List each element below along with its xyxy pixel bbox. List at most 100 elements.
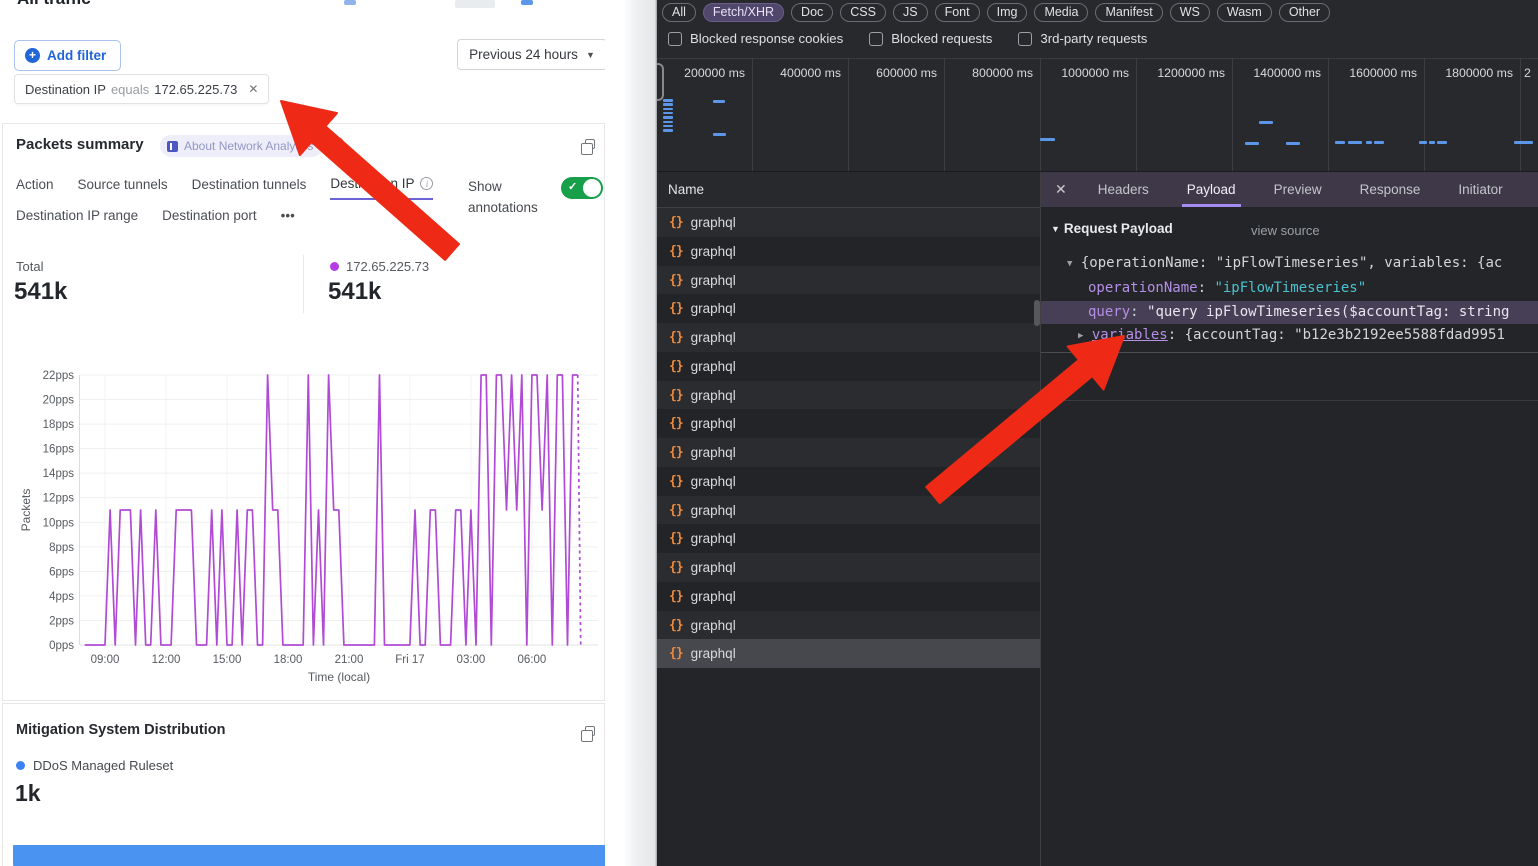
request-row[interactable]: {}graphql [657, 467, 1040, 496]
request-bar[interactable] [1366, 141, 1372, 144]
request-bar[interactable] [1374, 141, 1384, 144]
request-bar[interactable] [1348, 141, 1362, 144]
tab-destination-ip[interactable]: Destination IPi [330, 176, 433, 200]
request-bar[interactable] [1286, 142, 1300, 145]
payload-tree-line[interactable]: query: "query ipFlowTimeseries($accountT… [1041, 301, 1538, 324]
filter-pill-media[interactable]: Media [1034, 3, 1088, 22]
expand-card-icon[interactable] [585, 139, 595, 149]
checkbox-blocked-requests[interactable]: Blocked requests [869, 31, 992, 46]
request-bar[interactable] [1429, 141, 1435, 144]
request-bar[interactable] [663, 99, 673, 102]
filter-pill-ws[interactable]: WS [1170, 3, 1210, 22]
time-range-dropdown[interactable]: Previous 24 hours ▼ [457, 39, 607, 70]
request-row[interactable]: {}graphql [657, 611, 1040, 640]
payload-key[interactable]: variables [1092, 327, 1168, 343]
request-bar[interactable] [663, 116, 673, 119]
request-row[interactable]: {}graphql [657, 237, 1040, 266]
request-bar[interactable] [1245, 142, 1259, 145]
filter-pill-wasm[interactable]: Wasm [1217, 3, 1272, 22]
request-bar[interactable] [663, 112, 673, 115]
request-bar[interactable] [713, 133, 726, 136]
request-row[interactable]: {}graphql [657, 582, 1040, 611]
request-bar[interactable] [1259, 121, 1273, 124]
request-row[interactable]: {}graphql [657, 352, 1040, 381]
request-name: graphql [691, 416, 736, 431]
request-payload-section[interactable]: ▼ Request Payload [1051, 221, 1173, 236]
details-tab-initiator[interactable]: Initiator [1458, 172, 1502, 207]
add-filter-button[interactable]: + Add filter [14, 40, 121, 71]
checkbox-blocked-response-cookies[interactable]: Blocked response cookies [668, 31, 843, 46]
view-source-link[interactable]: view source [1251, 223, 1320, 238]
tab-destination-port[interactable]: Destination port [162, 208, 257, 230]
triangle-right-icon[interactable]: ▶ [1078, 325, 1083, 347]
request-row[interactable]: {}graphql [657, 323, 1040, 352]
details-tab-payload[interactable]: Payload [1187, 172, 1236, 207]
request-row[interactable]: {}graphql [657, 294, 1040, 323]
payload-key[interactable]: operationName [1088, 280, 1198, 296]
filter-pill-font[interactable]: Font [935, 3, 980, 22]
request-name: graphql [691, 560, 736, 575]
filter-pill-doc[interactable]: Doc [791, 3, 833, 22]
request-bar[interactable] [663, 125, 673, 128]
checkbox-box-icon[interactable] [869, 32, 883, 46]
request-bar[interactable] [1419, 141, 1427, 144]
remove-filter-icon[interactable]: ✕ [248, 82, 258, 96]
tab-destination-ip-range[interactable]: Destination IP range [16, 208, 138, 230]
details-tab-response[interactable]: Response [1360, 172, 1421, 207]
details-tab-headers[interactable]: Headers [1098, 172, 1149, 207]
filter-pill-img[interactable]: Img [987, 3, 1028, 22]
payload-tree-line[interactable]: ▶ variables: {accountTag: "b12e3b2192ee5… [1041, 324, 1538, 347]
request-row[interactable]: {}graphql [657, 208, 1040, 237]
request-row[interactable]: {}graphql [657, 266, 1040, 295]
request-row[interactable]: {}graphql [657, 524, 1040, 553]
request-bar[interactable] [1514, 141, 1533, 144]
history-clock-icon[interactable] [331, 137, 344, 150]
checkbox-box-icon[interactable] [668, 32, 682, 46]
filter-pill-fetch-xhr[interactable]: Fetch/XHR [703, 3, 784, 22]
filter-pill-all[interactable]: All [662, 3, 696, 22]
about-network-analytics-badge[interactable]: About Network Analytics [160, 135, 323, 157]
triangle-down-icon[interactable]: ▼ [1067, 253, 1072, 275]
request-row[interactable]: {}graphql [657, 553, 1040, 582]
payload-tree-line[interactable]: ▼ {operationName: "ipFlowTimeseries", va… [1041, 252, 1538, 275]
payload-key[interactable]: query [1088, 304, 1130, 320]
triangle-down-icon: ▼ [1051, 224, 1060, 234]
network-overview-timeline[interactable]: 200000 ms400000 ms600000 ms800000 ms1000… [657, 58, 1538, 172]
request-row[interactable]: {}graphql [657, 409, 1040, 438]
details-tab-preview[interactable]: Preview [1274, 172, 1322, 207]
request-bar[interactable] [1437, 141, 1447, 144]
tab-label: Destination IP range [16, 208, 138, 223]
tab-action[interactable]: Action [16, 176, 54, 200]
show-annotations-toggle[interactable]: ✓ [561, 177, 603, 199]
expand-card-icon[interactable] [585, 726, 595, 736]
info-icon[interactable]: i [420, 177, 433, 190]
request-row[interactable]: {}graphql [657, 639, 1040, 668]
request-bar[interactable] [663, 129, 673, 132]
request-bar[interactable] [1040, 138, 1055, 141]
payload-tree-line[interactable]: operationName: "ipFlowTimeseries" [1041, 277, 1538, 300]
request-bar[interactable] [663, 103, 673, 106]
json-braces-icon: {} [669, 589, 683, 604]
filter-pill-css[interactable]: CSS [840, 3, 886, 22]
name-column-header[interactable]: Name [657, 172, 1040, 208]
request-bar[interactable] [663, 121, 673, 124]
close-icon[interactable]: ✕ [1041, 181, 1079, 198]
y-tick-label: 2pps [49, 615, 74, 627]
filter-value: 172.65.225.73 [154, 82, 237, 97]
request-filter-checkboxes: Blocked response cookies Blocked requests… [668, 31, 1147, 46]
checkbox-box-icon[interactable] [1018, 32, 1032, 46]
request-row[interactable]: {}graphql [657, 496, 1040, 525]
tab-destination-tunnels[interactable]: Destination tunnels [192, 176, 307, 200]
filter-pill-other[interactable]: Other [1279, 3, 1330, 22]
tab-source-tunnels[interactable]: Source tunnels [78, 176, 168, 200]
request-bar[interactable] [713, 100, 725, 103]
tab-[interactable]: ••• [281, 208, 295, 230]
request-row[interactable]: {}graphql [657, 438, 1040, 467]
request-bar[interactable] [663, 108, 673, 111]
filter-chip[interactable]: Destination IP equals 172.65.225.73 ✕ [14, 74, 269, 104]
filter-pill-manifest[interactable]: Manifest [1095, 3, 1162, 22]
request-row[interactable]: {}graphql [657, 381, 1040, 410]
request-bar[interactable] [1335, 141, 1345, 144]
checkbox-3rd-party-requests[interactable]: 3rd-party requests [1018, 31, 1147, 46]
filter-pill-js[interactable]: JS [893, 3, 928, 22]
